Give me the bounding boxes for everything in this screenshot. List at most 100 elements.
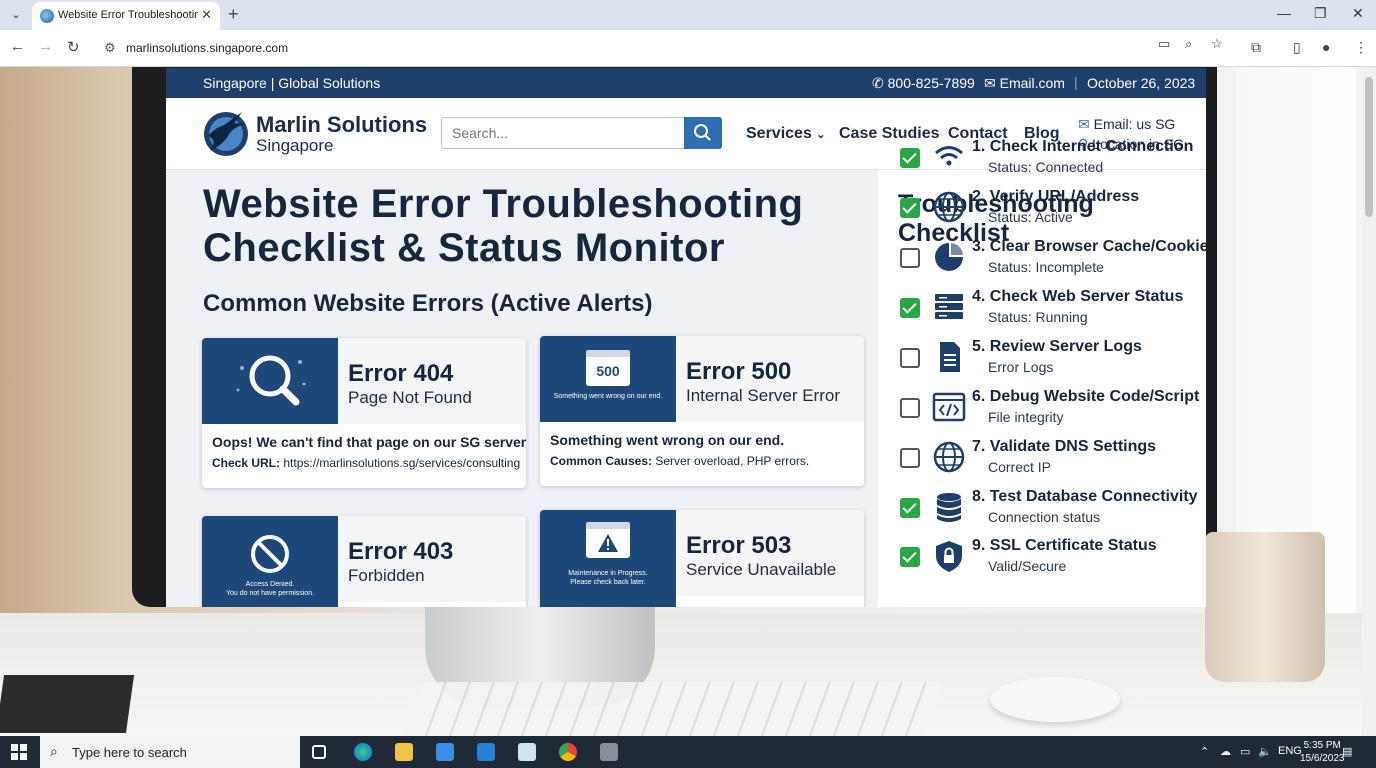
mouse xyxy=(990,677,1120,722)
mail-icon: ✉ xyxy=(984,75,996,91)
checklist-item-name: 8. Test Database Connectivity xyxy=(972,488,1198,505)
checklist-item-name: 9. SSL Certificate Status xyxy=(972,537,1157,554)
search-button[interactable] xyxy=(684,117,722,149)
checklist-item-status: Connection status xyxy=(988,509,1101,525)
error-card-404[interactable]: Error 404 Page Not Found Oops! We can't … xyxy=(202,338,526,488)
checklist-item[interactable]: 5. Review Server Logs Error Logs xyxy=(898,338,1206,386)
error-code: Error 404 xyxy=(348,360,454,387)
checked-checkbox[interactable] xyxy=(900,198,920,218)
checklist-item[interactable]: 9. SSL Certificate Status Valid/Secure xyxy=(898,537,1206,585)
checklist-item[interactable]: 6. Debug Website Code/Script File integri… xyxy=(898,388,1206,436)
shield-lock-icon xyxy=(936,541,962,572)
checklist-item[interactable]: 7. Validate DNS Settings Correct IP xyxy=(898,438,1206,486)
search-input[interactable] xyxy=(441,117,685,149)
nav-services[interactable]: Services ⌄ xyxy=(746,125,826,143)
language-icon[interactable]: ENG xyxy=(1278,745,1302,757)
magnifier-icon xyxy=(236,355,306,406)
new-tab-icon[interactable]: + xyxy=(228,4,239,25)
tray-chevron-icon[interactable]: ⌃ xyxy=(1200,745,1209,758)
display-icon[interactable]: ▭ xyxy=(1240,745,1250,758)
close-tab-icon[interactable]: ✕ xyxy=(201,7,212,23)
unchecked-checkbox[interactable] xyxy=(900,448,920,468)
art-caption: Something went wrong on our end. xyxy=(553,393,663,400)
file-explorer-icon[interactable] xyxy=(395,743,413,761)
section-title: Common Website Errors (Active Alerts) xyxy=(203,290,653,317)
restore-icon[interactable]: ❐ xyxy=(1314,5,1327,22)
photos-icon[interactable] xyxy=(518,743,536,761)
chrome-icon[interactable] xyxy=(559,743,577,761)
error-description: Internal Server Error xyxy=(686,386,840,405)
header-email[interactable]: ✉ Email: us SG xyxy=(1078,116,1175,133)
page-scrollbar[interactable] xyxy=(1362,67,1376,736)
checked-checkbox[interactable] xyxy=(900,498,920,518)
unchecked-checkbox[interactable] xyxy=(900,248,920,268)
close-window-icon[interactable]: ✕ xyxy=(1352,5,1364,22)
profile-icon[interactable]: ● xyxy=(1322,39,1330,55)
bookmark-star-icon[interactable]: ☆ xyxy=(1211,36,1223,52)
topbar-phone[interactable]: ✆ 800-825-7899 xyxy=(872,75,975,92)
zoom-icon[interactable]: ⌕ xyxy=(1185,36,1192,52)
error-card-503[interactable]: Maintenance in Progress. Please check ba… xyxy=(540,510,864,607)
brand-name[interactable]: Marlin Solutions xyxy=(256,112,427,138)
error-card-500[interactable]: 500 Something went wrong on our end. Err… xyxy=(540,336,864,486)
checked-checkbox[interactable] xyxy=(900,298,920,318)
topbar-email[interactable]: ✉ Email.com xyxy=(984,75,1065,92)
checklist-item-name: 1. Check Internet Connection xyxy=(972,138,1194,155)
notifications-icon[interactable]: ▤ xyxy=(1342,745,1352,758)
checklist-item[interactable]: 8. Test Database Connectivity Connection … xyxy=(898,488,1206,536)
unchecked-checkbox[interactable] xyxy=(900,398,920,418)
store-icon[interactable] xyxy=(436,743,454,761)
task-view-icon[interactable] xyxy=(312,745,326,759)
back-icon[interactable]: ← xyxy=(10,38,25,55)
taskbar-search[interactable]: ⌕ Type here to search xyxy=(40,736,300,768)
taskbar: ⌕ Type here to search ⌃ ☁ ▭ 🔈 ENG 5:35 P… xyxy=(0,736,1376,768)
address-bar[interactable]: ⚙ marlinsolutions.singapore.com xyxy=(96,35,1236,62)
search-icon xyxy=(694,124,711,141)
network-icon[interactable]: ☁ xyxy=(1220,745,1231,758)
topbar-date: October 26, 2023 xyxy=(1087,75,1196,91)
error-detail: Check URL: https://marlinsolutions.sg/se… xyxy=(212,456,521,470)
checked-checkbox[interactable] xyxy=(900,547,920,567)
site-info-icon[interactable]: ⚙ xyxy=(104,40,116,56)
checklist-item-name: 2. Verify URL/Address xyxy=(972,188,1140,205)
art-caption: You do not have permission. xyxy=(225,590,315,597)
checklist-item[interactable]: 1. Check Internet Connection Status: Conn… xyxy=(898,138,1206,186)
database-icon xyxy=(937,493,961,522)
checklist-item-name: 7. Validate DNS Settings xyxy=(972,438,1157,455)
mail-icon: ✉ xyxy=(1078,116,1090,132)
error-description: Forbidden xyxy=(348,566,425,585)
windows-start-icon[interactable] xyxy=(11,744,27,760)
checklist-item-status: Status: Incomplete xyxy=(988,259,1104,275)
main-content: Website Error Troubleshooting Checklist … xyxy=(166,170,876,607)
reload-icon[interactable]: ↻ xyxy=(67,38,80,56)
marlin-logo-icon[interactable] xyxy=(202,106,250,160)
tab-search-icon[interactable]: ⌄ xyxy=(6,6,26,24)
taskbar-clock[interactable]: 5:35 PM 15/6/2023 xyxy=(1300,739,1345,765)
cast-icon[interactable]: ▭ xyxy=(1158,36,1170,52)
error-description: Page Not Found xyxy=(348,388,472,407)
volume-icon[interactable]: 🔈 xyxy=(1258,745,1272,758)
forward-icon[interactable]: → xyxy=(38,38,53,55)
art-caption: Maintenance in Progress. xyxy=(568,570,648,577)
checklist-item[interactable]: 2. Verify URL/Address Status: Active xyxy=(898,188,1206,236)
checked-checkbox[interactable] xyxy=(900,148,920,168)
pie-icon xyxy=(935,243,963,271)
menu-icon[interactable]: ⋮ xyxy=(1354,39,1368,56)
checklist-item-name: 3. Clear Browser Cache/Cookies xyxy=(972,238,1206,255)
edge-icon[interactable] xyxy=(354,743,372,761)
mail-app-icon[interactable] xyxy=(477,743,495,761)
checklist-item[interactable]: 4. Check Web Server Status Status: Runnin… xyxy=(898,288,1206,336)
app-icon[interactable] xyxy=(600,743,618,761)
minimize-icon[interactable]: — xyxy=(1277,5,1291,21)
checklist-item[interactable]: 3. Clear Browser Cache/Cookies Status: In… xyxy=(898,238,1206,286)
checklist-item-name: 5. Review Server Logs xyxy=(972,338,1142,355)
error-card-403[interactable]: Access Denied. You do not have permissio… xyxy=(202,516,526,607)
browser-tab[interactable]: Website Error Troubleshooting ✕ xyxy=(32,2,220,30)
notebook xyxy=(0,675,135,733)
scrollbar-thumb[interactable] xyxy=(1365,77,1373,217)
unchecked-checkbox[interactable] xyxy=(900,348,920,368)
checklist-item-status: Error Logs xyxy=(988,359,1054,375)
extensions-icon[interactable]: ⧉ xyxy=(1251,39,1261,56)
side-panel-icon[interactable]: ▯ xyxy=(1293,39,1301,56)
error-detail: Common Causes: Server overload, PHP erro… xyxy=(550,454,810,468)
